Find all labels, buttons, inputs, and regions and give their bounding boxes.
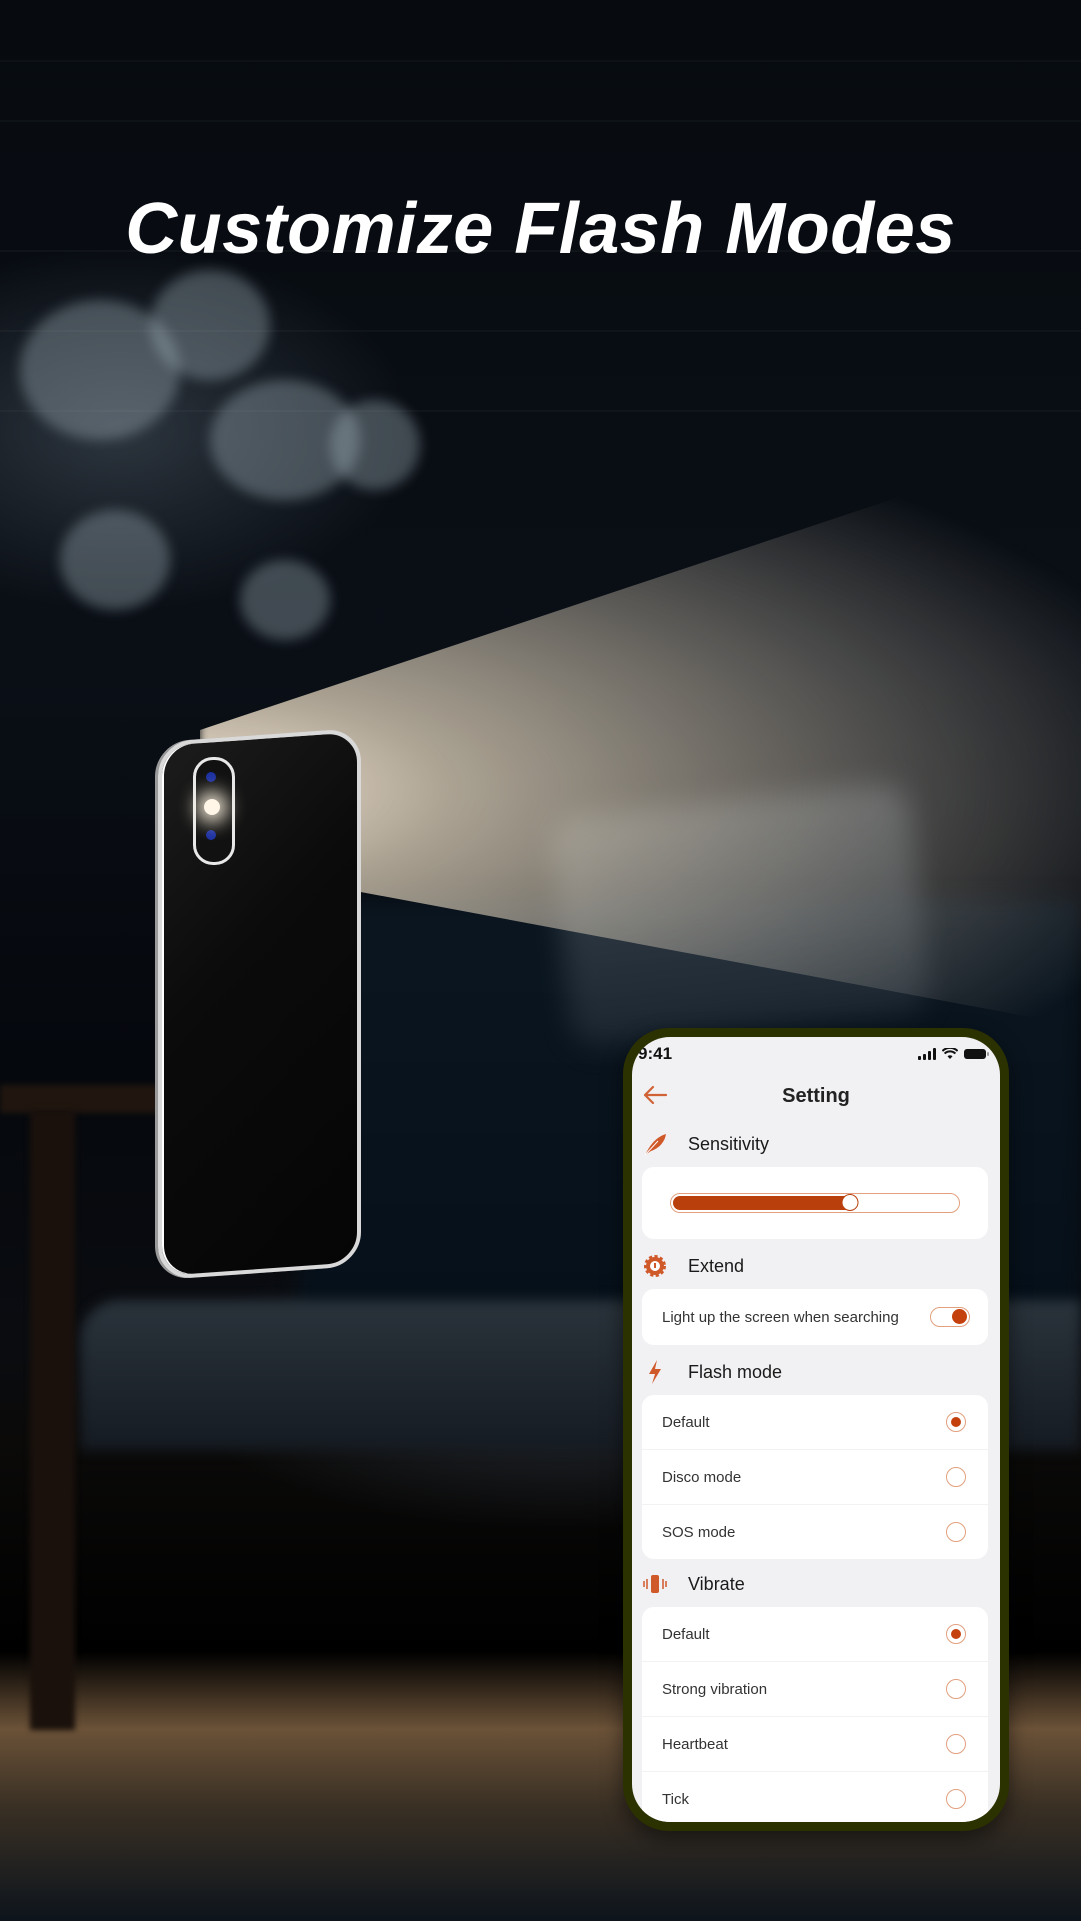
flash-option-sos[interactable]: SOS mode <box>642 1505 988 1559</box>
vibrate-option-heartbeat[interactable]: Heartbeat <box>642 1717 988 1772</box>
extend-card: Light up the screen when searching <box>642 1289 988 1345</box>
section-label: Flash mode <box>688 1361 783 1382</box>
section-vibrate: Vibrate <box>632 1561 1000 1607</box>
section-extend: Extend <box>632 1243 1000 1289</box>
nav-bar: Setting <box>632 1071 1000 1121</box>
section-sensitivity: Sensitivity <box>632 1121 1000 1167</box>
camera-lens-icon <box>206 830 216 840</box>
radio-button[interactable] <box>946 1412 966 1432</box>
back-button[interactable] <box>642 1083 668 1109</box>
radio-button[interactable] <box>946 1789 966 1809</box>
arrow-left-icon <box>643 1085 668 1105</box>
battery-icon <box>964 1049 989 1059</box>
feather-icon <box>642 1131 668 1157</box>
flash-option-disco[interactable]: Disco mode <box>642 1450 988 1505</box>
vibrate-option-strong[interactable]: Strong vibration <box>642 1662 988 1717</box>
status-time: 9:41 <box>638 1044 673 1063</box>
vibrate-option-default[interactable]: Default <box>642 1607 988 1662</box>
option-label: Default <box>662 1625 710 1643</box>
vibrate-option-tick[interactable]: Tick <box>642 1772 988 1822</box>
light-screen-toggle[interactable] <box>930 1307 970 1327</box>
radio-button[interactable] <box>946 1467 966 1487</box>
slider-fill <box>673 1196 852 1210</box>
option-label: Disco mode <box>662 1468 742 1486</box>
gear-icon <box>642 1253 668 1279</box>
toggle-label: Light up the screen when searching <box>662 1308 899 1326</box>
vibrate-options: Default Strong vibration Heartbeat Tick <box>642 1607 988 1822</box>
camera-lens-icon <box>206 772 216 782</box>
vibrate-icon <box>642 1571 668 1597</box>
option-label: SOS mode <box>662 1523 736 1541</box>
headline: Customize Flash Modes <box>125 189 956 269</box>
flash-option-default[interactable]: Default <box>642 1395 988 1450</box>
option-label: Strong vibration <box>662 1680 768 1698</box>
toggle-knob <box>952 1309 967 1324</box>
wifi-icon <box>942 1048 958 1059</box>
signal-icon <box>918 1048 936 1060</box>
section-label: Vibrate <box>688 1573 745 1594</box>
sensitivity-card <box>642 1167 988 1239</box>
option-label: Tick <box>662 1790 689 1808</box>
option-label: Heartbeat <box>662 1735 728 1753</box>
option-label: Default <box>662 1413 710 1431</box>
page-title: Setting <box>782 1084 850 1107</box>
section-label: Extend <box>688 1255 745 1276</box>
flash-mode-options: Default Disco mode SOS mode <box>642 1395 988 1559</box>
radio-button[interactable] <box>946 1734 966 1754</box>
radio-button[interactable] <box>946 1679 966 1699</box>
settings-screen: 9:41 Setting Sensitivity Extend Light up… <box>632 1037 1000 1822</box>
section-flash-mode: Flash mode <box>632 1349 1000 1395</box>
sensitivity-slider[interactable] <box>670 1193 960 1213</box>
section-label: Sensitivity <box>688 1133 770 1154</box>
app-phone-frame: 9:41 Setting Sensitivity Extend Light up… <box>623 1028 1009 1831</box>
flash-light-icon <box>204 799 220 815</box>
slider-thumb[interactable] <box>841 1194 859 1211</box>
radio-button[interactable] <box>946 1522 966 1542</box>
radio-button[interactable] <box>946 1624 966 1644</box>
lightning-icon <box>642 1359 668 1385</box>
status-bar: 9:41 <box>632 1037 1000 1071</box>
